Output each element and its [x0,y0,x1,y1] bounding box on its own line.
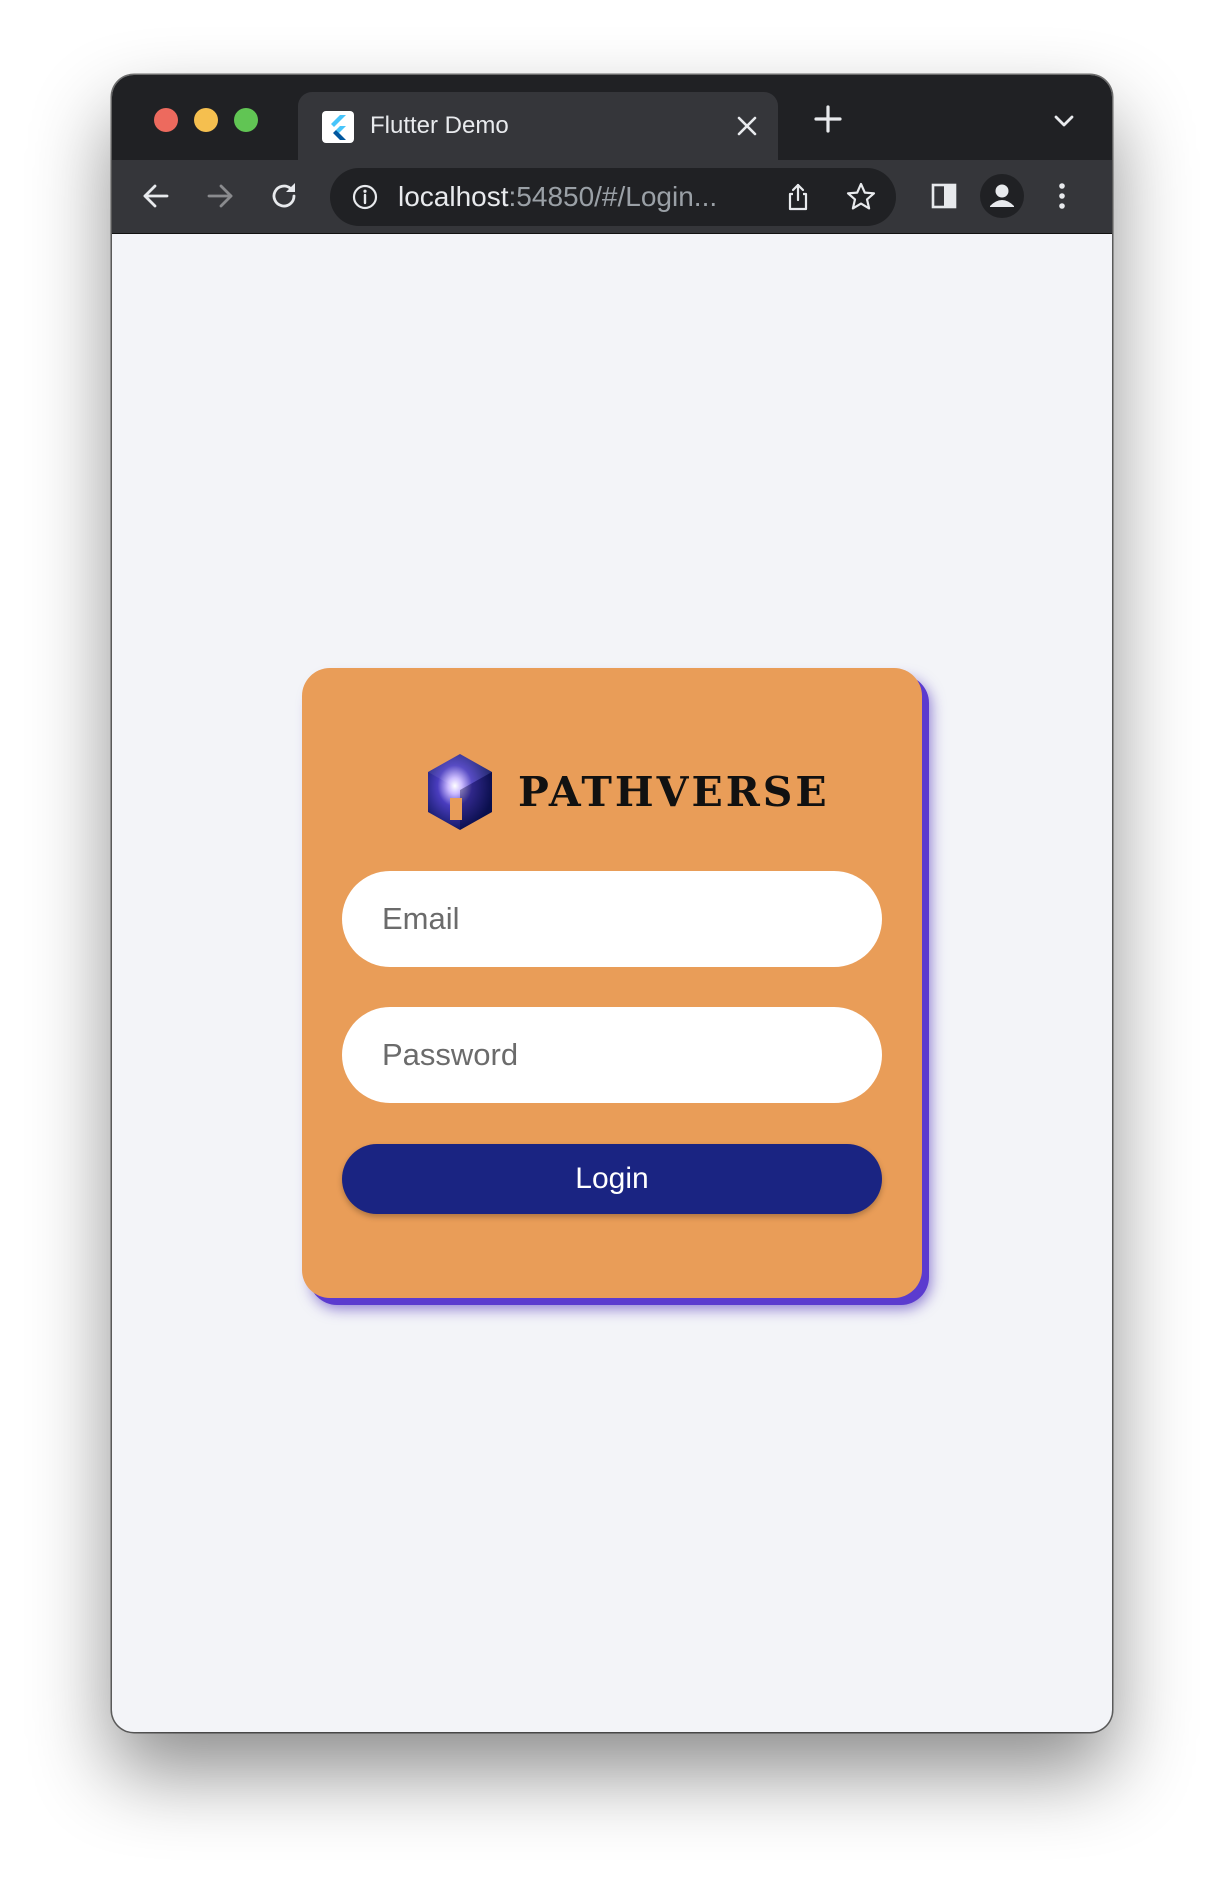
url-text: localhost:54850/#/Login... [398,181,717,213]
address-bar[interactable]: localhost:54850/#/Login... [330,168,896,226]
url-path: :54850/#/Login... [508,181,718,212]
login-card: PATHVERSE Login [302,668,922,1298]
minimize-window-button[interactable] [194,108,218,132]
arrow-left-icon[interactable] [138,178,174,214]
info-icon[interactable] [350,182,380,212]
reload-icon[interactable] [266,178,302,214]
share-icon[interactable] [782,181,814,213]
brand-name: PATHVERSE [518,768,830,816]
browser-toolbar: localhost:54850/#/Login... [112,160,1112,234]
close-window-button[interactable] [154,108,178,132]
email-field[interactable] [342,871,882,967]
login-button[interactable]: Login [342,1144,882,1214]
title-bar: Flutter Demo [112,75,1112,160]
tab-title: Flutter Demo [370,112,509,139]
star-icon[interactable] [844,180,878,214]
profile-icon[interactable] [980,174,1024,218]
chevron-down-icon[interactable] [1050,107,1078,135]
arrow-right-icon[interactable] [202,178,238,214]
password-field[interactable] [342,1007,882,1103]
plus-icon[interactable] [808,99,848,139]
kebab-menu-icon[interactable] [1044,178,1080,214]
zoom-window-button[interactable] [234,108,258,132]
pathverse-cube-logo [424,752,496,832]
side-panel-icon[interactable] [926,178,962,214]
url-host: localhost [398,181,509,212]
flutter-logo-icon [322,111,354,143]
brand: PATHVERSE [424,752,827,832]
tab-flutter-demo[interactable]: Flutter Demo [298,92,778,160]
close-icon[interactable] [736,109,758,145]
browser-window: Flutter Demo localhost:54850/#/Login... … [112,75,1112,1732]
